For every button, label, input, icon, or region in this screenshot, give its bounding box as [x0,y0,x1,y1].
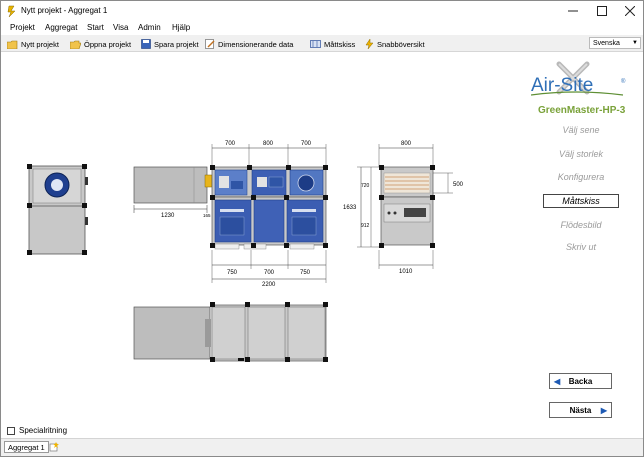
dim-total-length: 2200 [262,282,276,288]
arrow-right-icon: ▶ [600,406,607,415]
dim-end-lower: 912 [361,223,370,229]
dim-bottom-1: 750 [227,270,238,276]
top-view [133,302,328,362]
dim-top-3: 700 [301,141,312,147]
dim-top-1: 700 [225,141,236,147]
logo-reg-mark: ® [621,78,626,85]
dim-end-width: 800 [401,141,412,147]
dim-end-upper: 720 [361,183,370,189]
next-label: Nästa [569,405,592,415]
application-window: Nytt projekt - Aggregat 1 Projekt Aggreg… [0,0,644,457]
duct-side-view: 1230 165 [133,166,213,219]
dim-end-height-total: 1633 [343,205,357,211]
main-unit-side-view: 700 800 700 750 700 750 2200 [210,141,328,288]
dim-bottom-3: 750 [300,270,311,276]
step-valj-sene[interactable]: Välj sene [541,125,621,135]
right-end-view: 800 1633 720 912 500 1010 [343,141,464,275]
model-name: GreenMaster-HP-3 [538,105,626,116]
checkbox-box[interactable] [7,426,15,435]
tab-aggregat-1[interactable]: Aggregat 1 [4,441,49,453]
status-bar: Aggregat 1 [1,438,643,456]
special-drawing-label: Specialritning [19,426,68,435]
new-tab-icon[interactable] [49,442,59,452]
dim-end-bottom-width: 1010 [399,269,413,275]
special-drawing-checkbox[interactable]: Specialritning [7,426,67,435]
arrow-left-icon: ◀ [554,377,561,386]
dim-top-2: 800 [263,141,274,147]
back-label: Backa [568,376,593,386]
step-valj-storlek[interactable]: Välj storlek [541,149,621,159]
air-site-logo: Air-Site ® [531,61,626,96]
step-skriv-ut[interactable]: Skriv ut [541,242,621,252]
next-button[interactable]: Nästa ▶ [549,402,612,418]
back-button[interactable]: ◀ Backa [549,373,612,389]
step-konfigurera[interactable]: Konfigurera [541,172,621,182]
dim-end-opening: 500 [453,182,464,188]
dim-small: 165 [203,213,211,218]
step-flodesbild[interactable]: Flödesbild [541,220,621,230]
dim-bottom-2: 700 [264,270,275,276]
step-mattskiss[interactable]: Måttskiss [543,194,619,208]
left-end-view [27,164,88,255]
dim-duct-length: 1230 [161,213,175,219]
